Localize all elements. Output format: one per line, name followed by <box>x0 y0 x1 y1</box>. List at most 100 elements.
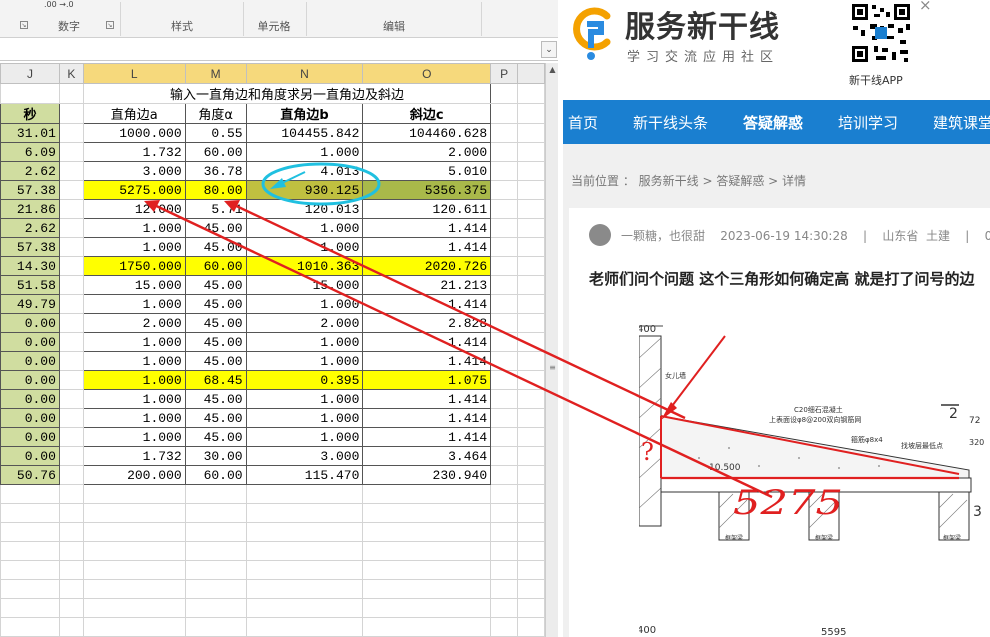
cell[interactable] <box>245 484 364 504</box>
cell-hypotenuse[interactable]: 1.075 <box>362 370 492 390</box>
cell[interactable] <box>58 598 84 618</box>
cell[interactable] <box>58 83 84 104</box>
cell[interactable] <box>362 541 492 561</box>
cell-angle[interactable]: 30.00 <box>184 446 247 466</box>
cell-hypotenuse[interactable]: 1.414 <box>362 237 492 257</box>
cell-leg-a[interactable]: 1.000 <box>82 237 186 257</box>
cell[interactable] <box>184 579 247 599</box>
cell[interactable] <box>58 199 84 219</box>
cell-leg-a[interactable]: 1.000 <box>82 351 186 371</box>
cell-seconds[interactable]: 14.30 <box>0 256 60 276</box>
cell[interactable] <box>517 199 545 219</box>
cell[interactable] <box>58 218 84 238</box>
cell-leg-b[interactable]: 1.000 <box>245 237 364 257</box>
cell-seconds[interactable]: 57.38 <box>0 237 60 257</box>
cell-leg-a[interactable]: 12.000 <box>82 199 186 219</box>
cell[interactable] <box>58 408 84 428</box>
cell-hypotenuse[interactable]: 2.828 <box>362 313 492 333</box>
cell-angle[interactable]: 80.00 <box>184 180 247 200</box>
cell[interactable] <box>517 142 545 162</box>
cell[interactable] <box>58 123 84 143</box>
cell-leg-b[interactable]: 1.000 <box>245 294 364 314</box>
cell-leg-a[interactable]: 5275.000 <box>82 180 186 200</box>
cell[interactable] <box>490 541 519 561</box>
cell-hypotenuse[interactable]: 1.414 <box>362 294 492 314</box>
cell[interactable] <box>245 522 364 542</box>
column-header[interactable]: N <box>245 63 364 84</box>
cell-leg-a[interactable]: 2.000 <box>82 313 186 333</box>
header-cell-angle[interactable]: 角度α <box>184 103 247 124</box>
cell-leg-a[interactable]: 15.000 <box>82 275 186 295</box>
post-author[interactable]: 一颗糖，也很甜 <box>621 229 705 243</box>
cell-seconds[interactable]: 0.00 <box>0 370 60 390</box>
cell[interactable] <box>58 180 84 200</box>
column-header[interactable] <box>517 63 545 84</box>
cell[interactable] <box>517 465 545 485</box>
cell[interactable] <box>490 617 519 637</box>
scroll-up-icon[interactable]: ▲ <box>547 64 558 76</box>
cell-leg-b[interactable]: 930.125 <box>245 180 364 200</box>
cell[interactable] <box>490 83 519 104</box>
cell-leg-a[interactable]: 1000.000 <box>82 123 186 143</box>
close-icon[interactable]: × <box>919 0 932 14</box>
breadcrumb[interactable]: 当前位置 ： 服务新干线 > 答疑解惑 > 详情 <box>571 172 806 189</box>
cell-seconds[interactable]: 0.00 <box>0 427 60 447</box>
nav-item-training[interactable]: 培训学习 <box>838 112 898 133</box>
cell-seconds[interactable]: 0.00 <box>0 351 60 371</box>
cell-leg-b[interactable]: 3.000 <box>245 446 364 466</box>
cell[interactable] <box>58 294 84 314</box>
cell[interactable] <box>58 103 84 124</box>
cell[interactable] <box>490 446 519 466</box>
sheet-title-cell[interactable]: 输入一直角边和角度求另一直角边及斜边 <box>82 83 492 104</box>
cell-leg-b[interactable]: 1.000 <box>245 389 364 409</box>
cell-seconds[interactable]: 0.00 <box>0 446 60 466</box>
cell-leg-a[interactable]: 200.000 <box>82 465 186 485</box>
cell[interactable] <box>58 522 84 542</box>
cell-leg-b[interactable]: 115.470 <box>245 465 364 485</box>
cell[interactable] <box>58 579 84 599</box>
cell-hypotenuse[interactable]: 3.464 <box>362 446 492 466</box>
cell-leg-a[interactable]: 1.000 <box>82 332 186 352</box>
cell-seconds[interactable]: 0.00 <box>0 313 60 333</box>
cell[interactable] <box>82 598 186 618</box>
cell[interactable] <box>517 617 545 637</box>
cell-leg-b[interactable]: 1010.363 <box>245 256 364 276</box>
cell[interactable] <box>362 579 492 599</box>
cell[interactable] <box>58 275 84 295</box>
cell[interactable] <box>490 123 519 143</box>
nav-item-headlines[interactable]: 新干线头条 <box>633 112 708 133</box>
cell-seconds[interactable]: 0.00 <box>0 332 60 352</box>
cell-angle[interactable]: 45.00 <box>184 389 247 409</box>
cell-angle[interactable]: 5.71 <box>184 199 247 219</box>
cell[interactable] <box>82 503 186 523</box>
cell[interactable] <box>0 503 60 523</box>
cell[interactable] <box>490 142 519 162</box>
cell[interactable] <box>517 237 545 257</box>
cell[interactable] <box>517 180 545 200</box>
cell-angle[interactable]: 60.00 <box>184 142 247 162</box>
cell[interactable] <box>517 103 545 124</box>
cell[interactable] <box>490 313 519 333</box>
cell-seconds[interactable]: 49.79 <box>0 294 60 314</box>
cell-leg-a[interactable]: 1750.000 <box>82 256 186 276</box>
cell[interactable] <box>184 598 247 618</box>
cell-angle[interactable]: 45.00 <box>184 408 247 428</box>
header-cell-hypotenuse[interactable]: 斜边c <box>362 103 492 124</box>
cell[interactable] <box>362 503 492 523</box>
cell[interactable] <box>517 275 545 295</box>
cell-angle[interactable]: 60.00 <box>184 465 247 485</box>
cell-seconds[interactable]: 57.38 <box>0 180 60 200</box>
cell-leg-a[interactable]: 1.732 <box>82 446 186 466</box>
cell-angle[interactable]: 68.45 <box>184 370 247 390</box>
cell-hypotenuse[interactable]: 5.010 <box>362 161 492 181</box>
cell[interactable] <box>245 560 364 580</box>
cell[interactable] <box>184 522 247 542</box>
cell[interactable] <box>517 83 545 104</box>
worksheet-grid[interactable]: J K L M N O P 输入一直角边和角度求另一直角边及斜边 秒 直角边a … <box>0 63 545 637</box>
cell-leg-b[interactable]: 1.000 <box>245 142 364 162</box>
cell[interactable] <box>517 446 545 466</box>
cell-leg-b[interactable]: 1.000 <box>245 218 364 238</box>
cell[interactable] <box>490 370 519 390</box>
cell[interactable] <box>0 522 60 542</box>
cell-angle[interactable]: 45.00 <box>184 218 247 238</box>
